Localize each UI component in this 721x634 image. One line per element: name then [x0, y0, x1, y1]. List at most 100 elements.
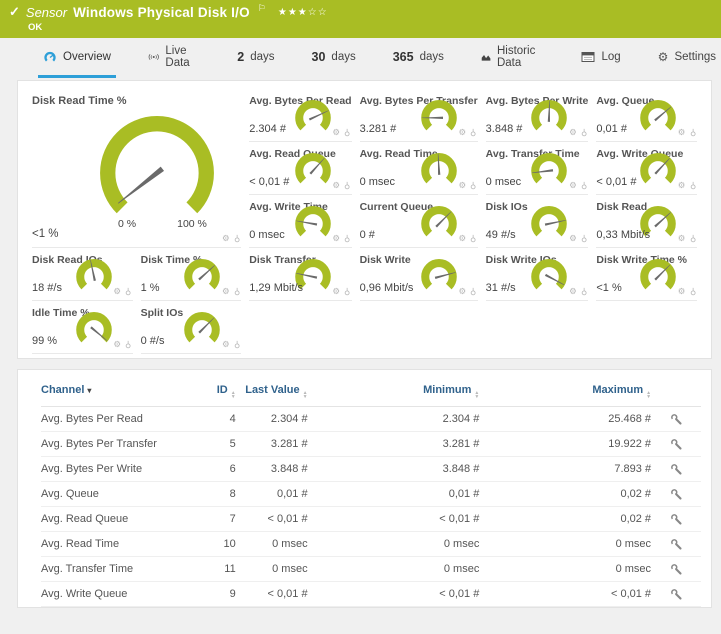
gauge-settings-gear-icon[interactable]: ⚙: [332, 286, 340, 296]
gauge-pin-icon[interactable]: ⚲: [581, 286, 587, 297]
gauge-settings-gear-icon[interactable]: ⚙: [678, 286, 686, 296]
gauge-pin-icon[interactable]: ⚲: [470, 180, 476, 191]
sort-icon[interactable]: ▲▼: [303, 391, 308, 399]
edit-channel-wrench-icon[interactable]: [670, 538, 683, 551]
gauge-settings-gear-icon[interactable]: ⚙: [458, 180, 466, 190]
gauge-tile[interactable]: Avg. Bytes Per Transfer 3.281 # ⚙ ⚲: [360, 89, 478, 142]
gauge-tile[interactable]: Idle Time % 99 % ⚙ ⚲: [32, 301, 133, 354]
edit-channel-wrench-icon[interactable]: [670, 513, 683, 526]
table-row[interactable]: Avg. Read Queue 7 < 0,01 # < 0,01 # 0,02…: [41, 507, 701, 532]
gauge-tile[interactable]: Current Queue 0 # ⚙ ⚲: [360, 195, 478, 248]
gauge-settings-gear-icon[interactable]: ⚙: [569, 286, 577, 296]
gauge-settings-gear-icon[interactable]: ⚙: [569, 233, 577, 243]
gauge-settings-gear-icon[interactable]: ⚙: [569, 180, 577, 190]
gauge-pin-icon[interactable]: ⚲: [234, 339, 240, 350]
col-header-id[interactable]: ID▲▼: [191, 384, 236, 398]
tab-log[interactable]: Log: [576, 38, 625, 78]
gauge-settings-gear-icon[interactable]: ⚙: [113, 286, 121, 296]
gauge-pin-icon[interactable]: ⚲: [344, 180, 350, 191]
priority-flag-icon[interactable]: ⚐: [258, 3, 266, 14]
gauge-pin-icon[interactable]: ⚲: [344, 286, 350, 297]
cell-channel[interactable]: Avg. Read Queue: [41, 513, 191, 525]
table-row[interactable]: Avg. Read Time 10 0 msec 0 msec 0 msec: [41, 532, 701, 557]
gauge-settings-gear-icon[interactable]: ⚙: [678, 127, 686, 137]
gauge-settings-gear-icon[interactable]: ⚙: [332, 233, 340, 243]
gauge-settings-gear-icon[interactable]: ⚙: [222, 339, 230, 349]
gauge-settings-gear-icon[interactable]: ⚙: [569, 127, 577, 137]
gauge-pin-icon[interactable]: ⚲: [690, 127, 696, 138]
col-header-channel[interactable]: Channel▾: [41, 384, 191, 396]
gauge-pin-icon[interactable]: ⚲: [470, 233, 476, 244]
tab-historic-data[interactable]: Historic Data: [476, 38, 550, 78]
tab-2-days[interactable]: 2 days: [232, 38, 279, 78]
gauge-settings-gear-icon[interactable]: ⚙: [113, 339, 121, 349]
gauge-pin-icon[interactable]: ⚲: [344, 233, 350, 244]
gauge-pin-icon[interactable]: ⚲: [234, 286, 240, 297]
table-row[interactable]: Avg. Bytes Per Read 4 2.304 # 2.304 # 25…: [41, 407, 701, 432]
tab-30-days[interactable]: 30 days: [307, 38, 361, 78]
table-row[interactable]: Avg. Bytes Per Transfer 5 3.281 # 3.281 …: [41, 432, 701, 457]
gauge-tile[interactable]: Avg. Bytes Per Read 2.304 # ⚙ ⚲: [249, 89, 351, 142]
gauge-tile[interactable]: Disk Write 0,96 Mbit/s ⚙ ⚲: [360, 248, 478, 301]
tab-settings[interactable]: ⚙ Settings: [653, 38, 721, 78]
gauge-pin-icon[interactable]: ⚲: [581, 180, 587, 191]
gauge-settings-gear-icon[interactable]: ⚙: [678, 180, 686, 190]
table-row[interactable]: Avg. Transfer Time 11 0 msec 0 msec 0 ms…: [41, 557, 701, 582]
gauge-pin-icon[interactable]: ⚲: [125, 339, 131, 350]
table-row[interactable]: Avg. Bytes Per Write 6 3.848 # 3.848 # 7…: [41, 457, 701, 482]
gauge-tile[interactable]: Avg. Write Queue < 0,01 # ⚙ ⚲: [596, 142, 697, 195]
gauge-pin-icon[interactable]: ⚲: [581, 127, 587, 138]
table-row[interactable]: Avg. Write Queue 9 < 0,01 # < 0,01 # < 0…: [41, 582, 701, 607]
edit-channel-wrench-icon[interactable]: [670, 488, 683, 501]
gauge-settings-gear-icon[interactable]: ⚙: [678, 233, 686, 243]
gauge-tile[interactable]: Disk Read IOs 18 #/s ⚙ ⚲: [32, 248, 133, 301]
tab-365-days[interactable]: 365 days: [388, 38, 449, 78]
gauge-tile[interactable]: Avg. Queue 0,01 # ⚙ ⚲: [596, 89, 697, 142]
gauge-tile[interactable]: Disk Write IOs 31 #/s ⚙ ⚲: [486, 248, 589, 301]
gauge-pin-icon[interactable]: ⚲: [470, 286, 476, 297]
gauge-settings-gear-icon[interactable]: ⚙: [332, 180, 340, 190]
sort-icon[interactable]: ▲▼: [474, 391, 479, 399]
cell-channel[interactable]: Avg. Bytes Per Read: [41, 413, 191, 425]
gauge-tile[interactable]: Disk IOs 49 #/s ⚙ ⚲: [486, 195, 589, 248]
cell-channel[interactable]: Avg. Read Time: [41, 538, 191, 550]
table-row[interactable]: Avg. Queue 8 0,01 # 0,01 # 0,02 #: [41, 482, 701, 507]
gauge-pin-icon[interactable]: ⚲: [470, 127, 476, 138]
cell-channel[interactable]: Avg. Bytes Per Transfer: [41, 438, 191, 450]
gauge-tile[interactable]: Avg. Bytes Per Write 3.848 # ⚙ ⚲: [486, 89, 589, 142]
gauge-tile[interactable]: Disk Transfer 1,29 Mbit/s ⚙ ⚲: [249, 248, 351, 301]
gauge-tile[interactable]: Avg. Read Time 0 msec ⚙ ⚲: [360, 142, 478, 195]
sort-desc-icon[interactable]: ▾: [87, 386, 91, 395]
tab-live-data[interactable]: Live Data: [143, 38, 205, 78]
gauge-pin-icon[interactable]: ⚲: [344, 127, 350, 138]
gauge-pin-icon[interactable]: ⚲: [125, 286, 131, 297]
gauge-settings-gear-icon[interactable]: ⚙: [332, 127, 340, 137]
gauge-pin-icon[interactable]: ⚲: [234, 233, 240, 244]
gauge-pin-icon[interactable]: ⚲: [690, 233, 696, 244]
main-gauge-tile[interactable]: Disk Read Time % 0 % 100 % <1 % ⚙ ⚲: [32, 89, 241, 248]
priority-stars[interactable]: ★★★☆☆: [278, 7, 328, 18]
sort-icon[interactable]: ▲▼: [646, 391, 651, 399]
edit-channel-wrench-icon[interactable]: [670, 438, 683, 451]
edit-channel-wrench-icon[interactable]: [670, 563, 683, 576]
gauge-tile[interactable]: Avg. Read Queue < 0,01 # ⚙ ⚲: [249, 142, 351, 195]
gauge-settings-gear-icon[interactable]: ⚙: [458, 127, 466, 137]
gauge-tile[interactable]: Disk Time % 1 % ⚙ ⚲: [141, 248, 242, 301]
edit-channel-wrench-icon[interactable]: [670, 463, 683, 476]
sort-icon[interactable]: ▲▼: [231, 391, 236, 399]
cell-channel[interactable]: Avg. Bytes Per Write: [41, 463, 191, 475]
gauge-settings-gear-icon[interactable]: ⚙: [222, 286, 230, 296]
col-header-maximum[interactable]: Maximum▲▼: [479, 384, 651, 398]
gauge-settings-gear-icon[interactable]: ⚙: [458, 233, 466, 243]
col-header-last-value[interactable]: Last Value▲▼: [236, 384, 308, 398]
gauge-tile[interactable]: Avg. Transfer Time 0 msec ⚙ ⚲: [486, 142, 589, 195]
edit-channel-wrench-icon[interactable]: [670, 413, 683, 426]
gauge-pin-icon[interactable]: ⚲: [690, 180, 696, 191]
gauge-pin-icon[interactable]: ⚲: [581, 233, 587, 244]
gauge-pin-icon[interactable]: ⚲: [690, 286, 696, 297]
gauge-settings-gear-icon[interactable]: ⚙: [458, 286, 466, 296]
col-header-minimum[interactable]: Minimum▲▼: [308, 384, 480, 398]
gauge-tile[interactable]: Split IOs 0 #/s ⚙ ⚲: [141, 301, 242, 354]
gauge-tile[interactable]: Disk Write Time % <1 % ⚙ ⚲: [596, 248, 697, 301]
cell-channel[interactable]: Avg. Queue: [41, 488, 191, 500]
